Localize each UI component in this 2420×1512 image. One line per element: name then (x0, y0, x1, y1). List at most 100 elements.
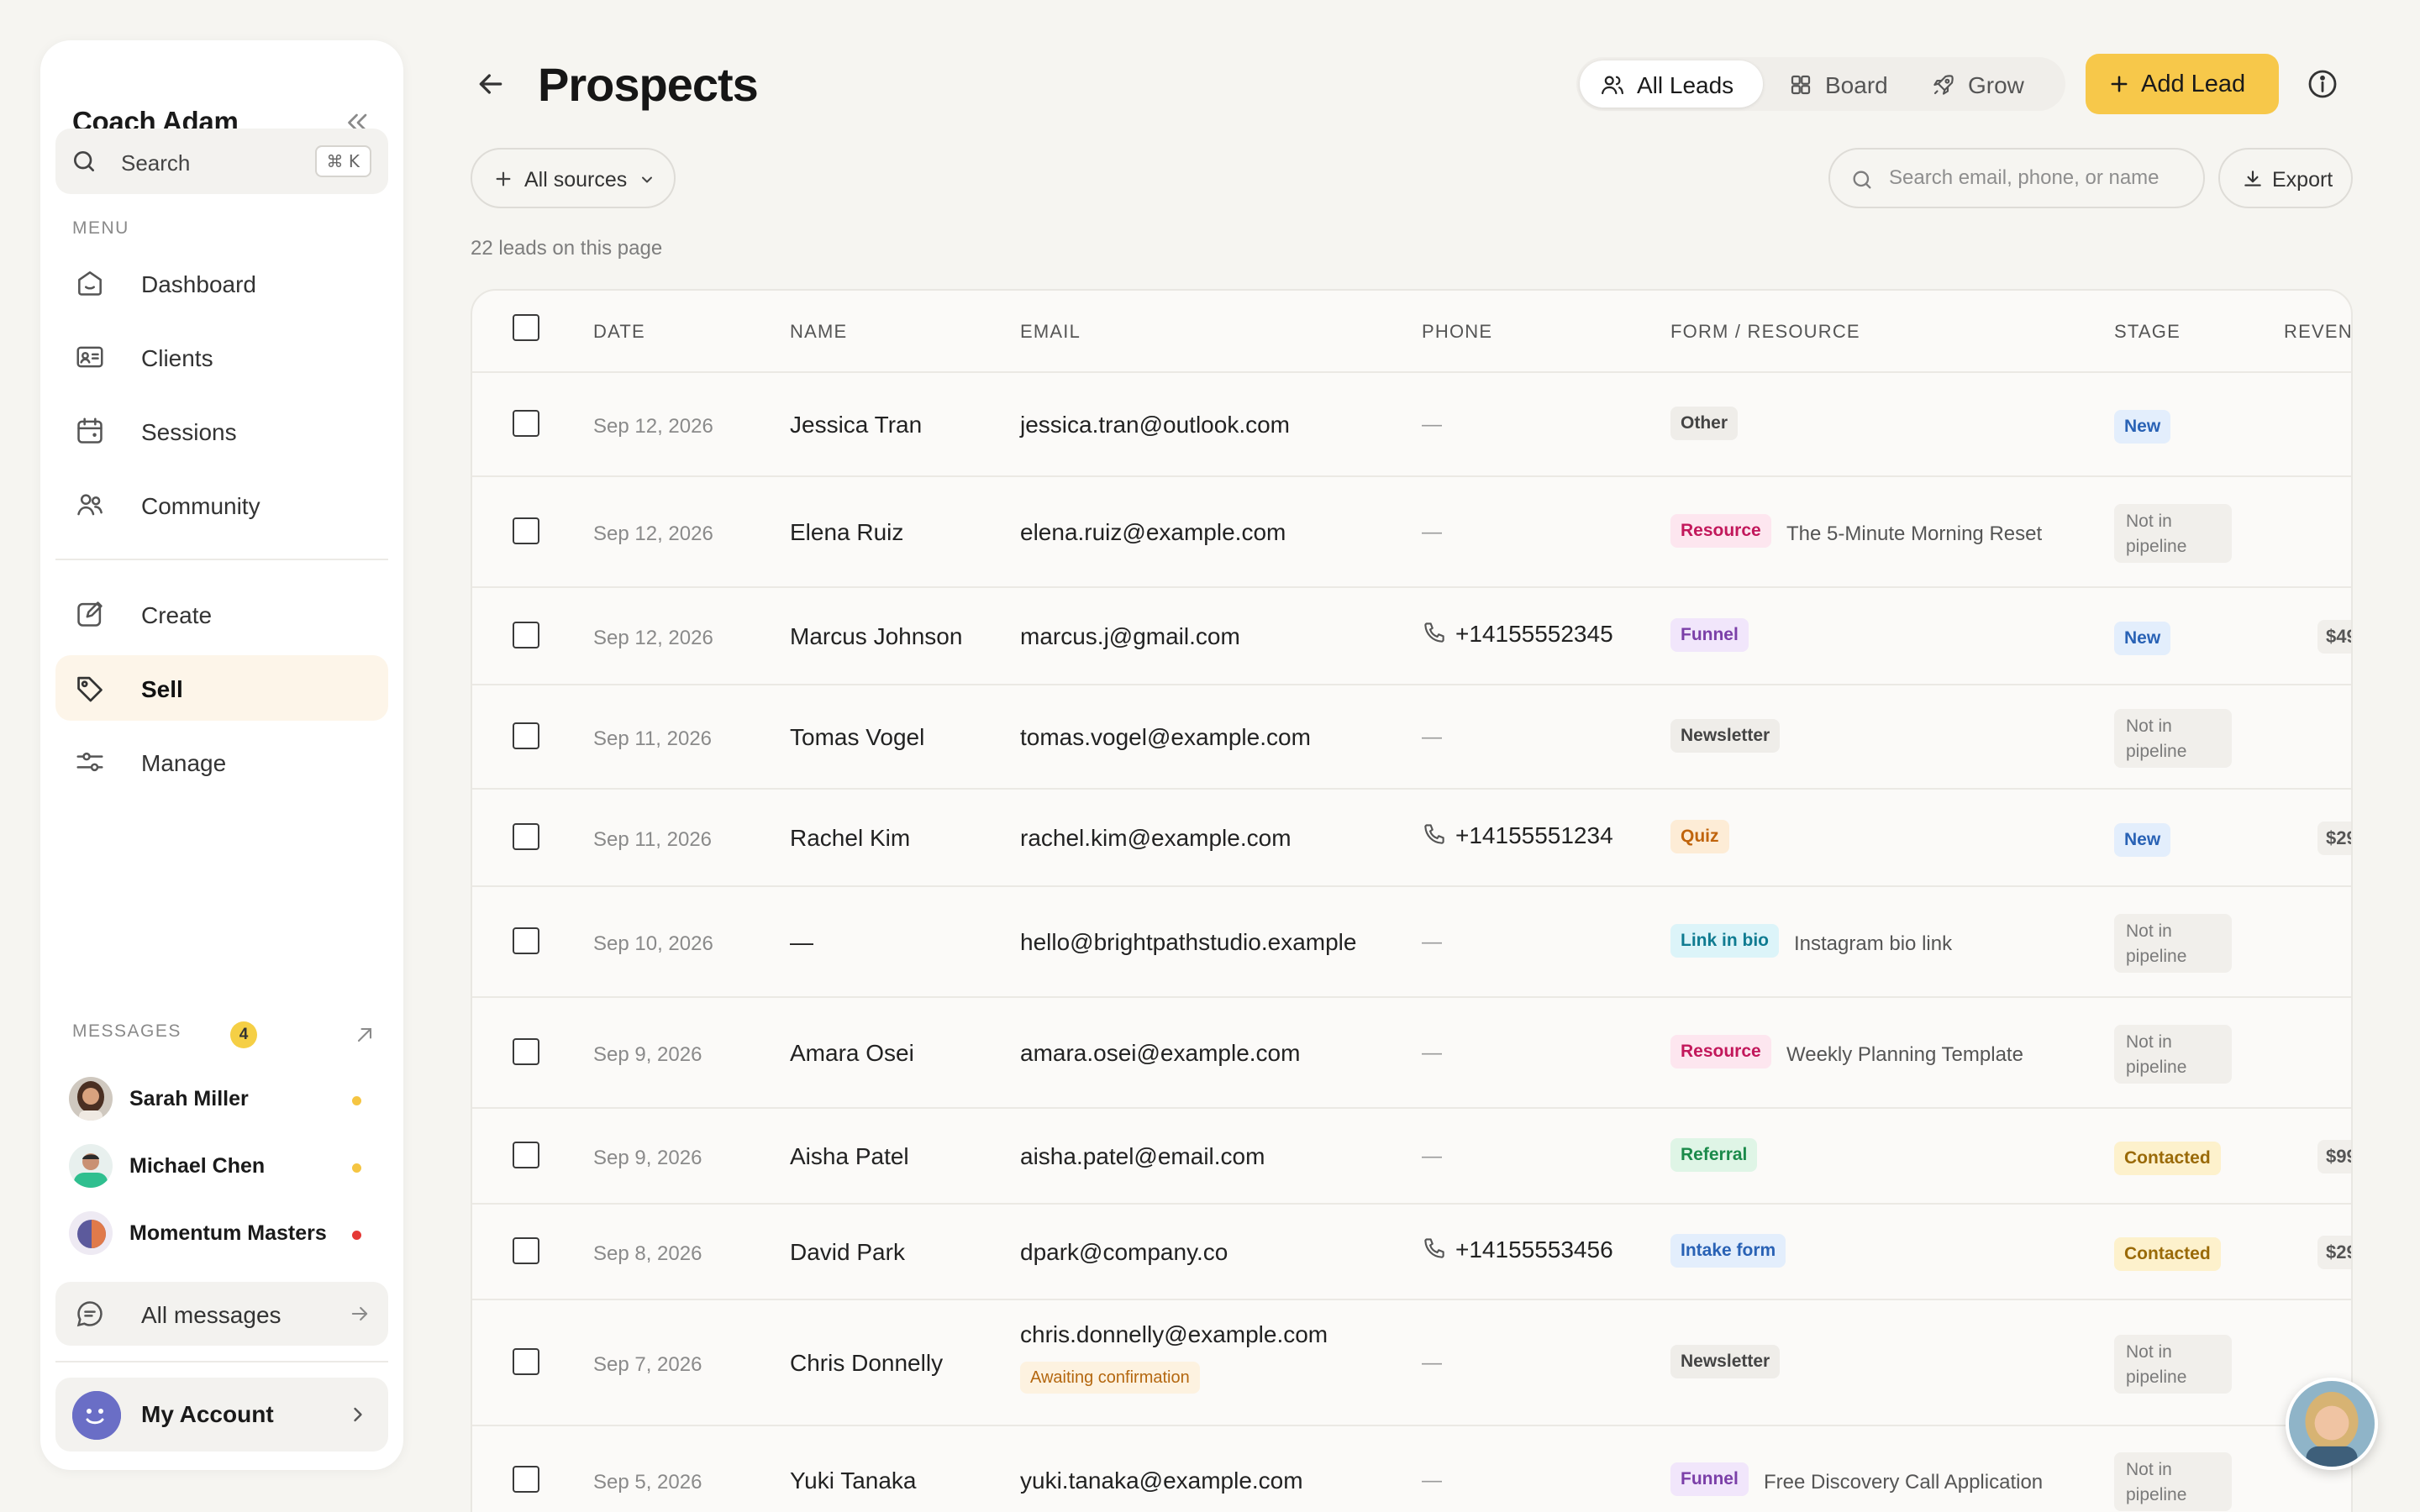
column-header-phone[interactable]: PHONE (1422, 321, 1492, 343)
row-checkbox[interactable] (513, 622, 539, 648)
table-row[interactable]: Sep 11, 2026 Tomas Vogel tomas.vogel@examp… (472, 685, 2351, 790)
lead-name: Amara Osei (790, 1040, 914, 1066)
sidebar-search[interactable]: Search ⌘ K (55, 129, 388, 194)
lead-email[interactable]: amara.osei@example.com (1020, 1040, 1300, 1067)
select-all-checkbox[interactable] (513, 314, 539, 341)
lead-email[interactable]: tomas.vogel@example.com (1020, 724, 1311, 751)
open-messages-icon[interactable] (353, 1023, 376, 1047)
lead-date: Sep 9, 2026 (593, 1147, 702, 1169)
info-icon[interactable] (2306, 67, 2339, 101)
search-input[interactable] (1889, 161, 2191, 195)
lead-email[interactable]: yuki.tanaka@example.com (1020, 1467, 1303, 1494)
resource-name: Weekly Planning Template (1786, 1043, 2023, 1066)
stage-badge[interactable]: Contacted (2114, 1237, 2221, 1271)
sources-label: All sources (524, 168, 628, 192)
add-lead-button[interactable]: Add Lead (2086, 54, 2279, 114)
sidebar-item-dashboard[interactable]: Dashboard (55, 250, 388, 316)
row-checkbox[interactable] (513, 722, 539, 749)
lead-email[interactable]: jessica.tran@outlook.com (1020, 412, 1290, 438)
tab-all-leads[interactable]: All Leads (1580, 60, 1763, 108)
table-row[interactable]: Sep 9, 2026 Aisha Patel aisha.patel@email.… (472, 1109, 2351, 1205)
back-arrow-icon[interactable] (474, 67, 508, 101)
row-checkbox[interactable] (513, 1142, 539, 1168)
sidebar-item-sessions[interactable]: Sessions (55, 398, 388, 464)
lead-date: Sep 12, 2026 (593, 627, 713, 649)
stage-badge[interactable]: New (2114, 410, 2171, 444)
lead-name: Jessica Tran (790, 412, 923, 438)
tab-label: Grow (1968, 72, 2024, 98)
lead-email[interactable]: chris.donnelly@example.com (1020, 1321, 1328, 1348)
column-header-date[interactable]: DATE (593, 321, 645, 343)
unread-dot (352, 1231, 361, 1240)
stage-badge[interactable]: Not in pipeline (2114, 914, 2232, 973)
messages-section-label: MESSAGES (72, 1021, 182, 1041)
add-lead-label: Add Lead (2141, 71, 2246, 97)
resource-name: The 5-Minute Morning Reset (1786, 522, 2043, 545)
sidebar-item-sell[interactable]: Sell (55, 655, 388, 721)
stage-badge[interactable]: Not in pipeline (2114, 1335, 2232, 1394)
stage-badge[interactable]: New (2114, 622, 2171, 655)
column-header-email[interactable]: EMAIL (1020, 321, 1081, 343)
row-checkbox[interactable] (513, 1237, 539, 1264)
row-checkbox[interactable] (513, 1466, 539, 1493)
sidebar-item-create[interactable]: Create (55, 581, 388, 647)
lead-phone[interactable]: +14155552345 (1422, 620, 1613, 648)
all-messages-button[interactable]: All messages (55, 1282, 388, 1346)
message-thread[interactable]: Momentum Masters (69, 1208, 388, 1258)
row-checkbox[interactable] (513, 823, 539, 850)
row-checkbox[interactable] (513, 517, 539, 544)
lead-phone[interactable]: +14155551234 (1422, 822, 1613, 849)
stage-badge[interactable]: Contacted (2114, 1142, 2221, 1175)
table-row[interactable]: Sep 12, 2026 Elena Ruiz elena.ruiz@example… (472, 477, 2351, 588)
lead-email[interactable]: dpark@company.co (1020, 1239, 1228, 1266)
lead-email[interactable]: aisha.patel@email.com (1020, 1143, 1265, 1170)
row-checkbox[interactable] (513, 927, 539, 954)
chevron-right-icon (354, 1407, 362, 1422)
support-chat-button[interactable] (2286, 1378, 2378, 1470)
table-row[interactable]: Sep 10, 2026 — hello@brightpathstudio.exam… (472, 887, 2351, 998)
table-row[interactable]: Sep 12, 2026 Marcus Johnson marcus.j@gmail… (472, 588, 2351, 685)
stage-badge[interactable]: Not in pipeline (2114, 1025, 2232, 1084)
table-row[interactable]: Sep 11, 2026 Rachel Kim rachel.kim@example… (472, 790, 2351, 887)
resource-name: Instagram bio link (1794, 932, 1953, 955)
stage-badge[interactable]: Not in pipeline (2114, 709, 2232, 768)
tab-grow[interactable]: Grow (1911, 60, 2049, 108)
lead-email[interactable]: hello@brightpathstudio.example (1020, 929, 1356, 956)
sidebar: Coach Adam Search ⌘ K MENU Dashboard Cli… (40, 40, 403, 1470)
column-header-stage[interactable]: STAGE (2114, 321, 2181, 343)
sidebar-item-label: Clients (141, 345, 213, 371)
my-account-button[interactable]: My Account (55, 1378, 388, 1452)
table-row[interactable]: Sep 12, 2026 Jessica Tran jessica.tran@out… (472, 373, 2351, 477)
table-row[interactable]: Sep 8, 2026 David Park dpark@company.co +14… (472, 1205, 2351, 1300)
sidebar-item-manage[interactable]: Manage (55, 729, 388, 795)
message-thread[interactable]: Sarah Miller (69, 1074, 388, 1124)
stage-badge[interactable]: New (2114, 823, 2171, 857)
sidebar-item-label: Manage (141, 750, 227, 776)
row-checkbox[interactable] (513, 1348, 539, 1375)
stage-badge[interactable]: Not in pipeline (2114, 1452, 2232, 1511)
lead-email[interactable]: marcus.j@gmail.com (1020, 623, 1240, 650)
message-thread[interactable]: Michael Chen (69, 1141, 388, 1191)
lead-email[interactable]: rachel.kim@example.com (1020, 825, 1292, 852)
stage-badge[interactable]: Not in pipeline (2114, 504, 2232, 563)
dashboard-icon (78, 271, 102, 296)
row-checkbox[interactable] (513, 1038, 539, 1065)
lead-email[interactable]: elena.ruiz@example.com (1020, 519, 1286, 546)
column-header-revenue[interactable]: REVEN (2284, 321, 2351, 343)
table-row[interactable]: Sep 7, 2026 Chris Donnelly chris.donnelly@… (472, 1300, 2351, 1426)
sidebar-item-community[interactable]: Community (55, 472, 388, 538)
lead-phone[interactable]: +14155553456 (1422, 1236, 1613, 1263)
table-row[interactable]: Sep 5, 2026 Yuki Tanaka yuki.tanaka@exampl… (472, 1426, 2351, 1512)
tab-board[interactable]: Board (1768, 60, 1906, 108)
table-row[interactable]: Sep 9, 2026 Amara Osei amara.osei@example.… (472, 998, 2351, 1109)
sidebar-item-clients[interactable]: Clients (55, 324, 388, 390)
all-sources-filter[interactable]: All sources (471, 148, 676, 208)
export-button[interactable]: Export (2218, 148, 2353, 208)
phone-number: +14155552345 (1455, 621, 1613, 647)
view-switcher: All Leads Board Grow (1576, 57, 2065, 111)
source-tag: Intake form (1670, 1234, 1786, 1268)
lead-name: Yuki Tanaka (790, 1467, 917, 1494)
column-header-form-resource[interactable]: FORM / RESOURCE (1670, 321, 1860, 343)
row-checkbox[interactable] (513, 410, 539, 437)
column-header-name[interactable]: NAME (790, 321, 847, 343)
